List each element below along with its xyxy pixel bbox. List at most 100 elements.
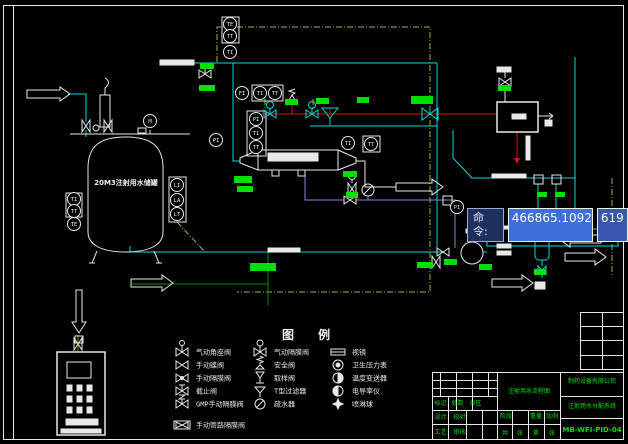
valve-tag bbox=[346, 192, 358, 198]
steam-trap bbox=[362, 184, 374, 196]
coordinate-x-input[interactable]: 466865.1092 bbox=[508, 208, 593, 242]
legend-item-label: T型过滤器 bbox=[274, 387, 306, 396]
valve-tag bbox=[498, 85, 511, 91]
instrument-bubble: TE bbox=[68, 218, 81, 231]
instrument-bubble: TT bbox=[365, 138, 378, 151]
water-lines bbox=[68, 57, 618, 278]
valve-tag bbox=[357, 97, 369, 103]
titleblock-audit: 审核 bbox=[452, 429, 467, 436]
legend-item-label: 手动隔膜阀 bbox=[196, 374, 231, 383]
control-cabinet bbox=[57, 352, 105, 435]
legend-item-label: 手动管路隔膜阀 bbox=[196, 421, 245, 430]
titleblock-sheet2: 张 bbox=[546, 430, 558, 437]
legend-symbol-layer: 气动角座阀手动蝶阀手动隔膜阀截止阀GMP手动隔膜阀手动管路隔膜阀气动隔膜阀安全阀… bbox=[174, 340, 387, 430]
cad-viewport[interactable]: TETTTIFITITTPITITTMPITITTTELILALTTITTPI … bbox=[0, 0, 628, 444]
legend-item-label: 截止阀 bbox=[196, 387, 217, 396]
legend-symbol-half-circle2 bbox=[333, 386, 343, 396]
legend-item-label: 视镜 bbox=[352, 348, 366, 357]
titleblock-craft: 工艺 bbox=[433, 429, 448, 436]
instrument-bubble: FI bbox=[236, 87, 249, 100]
legend-item-label: 手动蝶阀 bbox=[196, 361, 224, 370]
valve-tag bbox=[479, 264, 492, 270]
titleblock-mark: 标记 bbox=[433, 400, 448, 407]
legend-item-label: 气动隔膜阀 bbox=[274, 348, 309, 357]
drain-lines bbox=[78, 252, 268, 352]
legend-item-label: 电导率仪 bbox=[352, 387, 380, 396]
instrument-bubble: M bbox=[144, 115, 157, 128]
valve-tag bbox=[316, 98, 329, 104]
legend-item-label: 卫生压力表 bbox=[352, 361, 387, 370]
instrument-label: TI bbox=[227, 50, 234, 56]
valve-tag bbox=[250, 263, 276, 271]
legend-symbol-rect bbox=[331, 349, 345, 355]
legend-item-label: 温度变送器 bbox=[352, 374, 387, 383]
titleblock-title: 注射用水流程图 bbox=[499, 388, 559, 395]
instrument-label: LI bbox=[174, 183, 181, 189]
instrument-label: TE bbox=[71, 222, 78, 228]
legend-symbol-valve-box bbox=[174, 421, 190, 429]
titleblock-total: 共 bbox=[499, 430, 511, 437]
legend-symbol-safety-valve bbox=[256, 356, 264, 369]
instrument-bubble: TI bbox=[250, 127, 263, 140]
instrument-bubble: LT bbox=[171, 208, 184, 221]
margin-strip bbox=[581, 313, 624, 370]
titleblock-design: 设计 bbox=[433, 414, 448, 421]
titleblock-count: 处数 bbox=[450, 400, 465, 407]
titleblock-zone: 分区 bbox=[468, 400, 483, 407]
instrument-label: LA bbox=[174, 198, 181, 204]
titleblock-sheet1: 张 bbox=[514, 430, 526, 437]
legend-symbol-valve-circle bbox=[254, 340, 266, 356]
instrument-label: TI bbox=[257, 91, 264, 97]
instrument-label: TE bbox=[227, 22, 234, 28]
instrument-label: TT bbox=[368, 142, 375, 148]
tank-label: 20M3注射用水储罐 bbox=[90, 178, 162, 188]
instrument-label: TT bbox=[272, 91, 279, 97]
instrument-bubble: TI bbox=[224, 46, 237, 59]
legend-symbol-valve-z bbox=[176, 395, 188, 408]
valve-tag bbox=[237, 186, 253, 192]
pump bbox=[461, 242, 511, 264]
legend-item-label: 疏水器 bbox=[274, 400, 295, 409]
instrument-bubble: PI bbox=[250, 113, 263, 126]
valve-tag bbox=[199, 85, 215, 91]
titleblock-check: 校对 bbox=[452, 414, 467, 421]
titleblock-project: 注射用水分配系统 bbox=[562, 403, 622, 410]
legend-symbol-valve-flag bbox=[176, 385, 188, 395]
instrument-bubble: TT bbox=[250, 141, 263, 154]
right-process-unit bbox=[497, 67, 553, 160]
instrument-label: PI bbox=[213, 138, 220, 144]
legend-symbol-half-circle bbox=[333, 373, 343, 383]
instrument-bubble: LA bbox=[171, 194, 184, 207]
valve-tag bbox=[444, 259, 457, 265]
instrument-label: TT bbox=[253, 145, 260, 151]
titleblock-drawing-no: MB-WFI-PID-04 bbox=[562, 426, 622, 434]
legend-item-label: 安全阀 bbox=[274, 361, 295, 370]
instrument-label: PI bbox=[454, 205, 461, 211]
titleblock-company: 制药设备有限公司 bbox=[562, 378, 622, 385]
instrument-bubble: LI bbox=[171, 179, 184, 192]
valve-tag bbox=[343, 171, 357, 177]
valve-tag bbox=[534, 269, 546, 275]
titleblock-weight: 重量 bbox=[529, 413, 543, 420]
legend-item-label: 喷淋球 bbox=[352, 400, 373, 409]
legend-title: 图 例 bbox=[282, 326, 340, 343]
legend-symbol-valve-t bbox=[256, 372, 264, 383]
command-overlay: 命令: 466865.1092 619 bbox=[467, 208, 628, 242]
valve-tag bbox=[411, 96, 433, 104]
instrument-label: TT bbox=[227, 34, 234, 40]
instrument-bubble: TT bbox=[269, 87, 282, 100]
coordinate-y-input[interactable]: 619 bbox=[597, 208, 628, 242]
instrument-label: TI bbox=[71, 197, 78, 203]
instrument-bubble: TI bbox=[254, 87, 267, 100]
titleblock-scale: 比例 bbox=[545, 413, 559, 420]
legend-symbol-valve bbox=[176, 361, 188, 369]
valve-tag bbox=[417, 262, 433, 268]
valve-tag bbox=[234, 176, 252, 183]
legend-symbol-gauge bbox=[333, 360, 343, 370]
legend-symbol-valve-actuator bbox=[176, 341, 188, 357]
legend-symbol-trap bbox=[255, 399, 265, 409]
instrument-bubble: TI bbox=[68, 193, 81, 206]
instrument-label: FI bbox=[239, 91, 246, 97]
valve-tag bbox=[555, 192, 565, 197]
instrument-bubble: TI bbox=[342, 137, 355, 150]
